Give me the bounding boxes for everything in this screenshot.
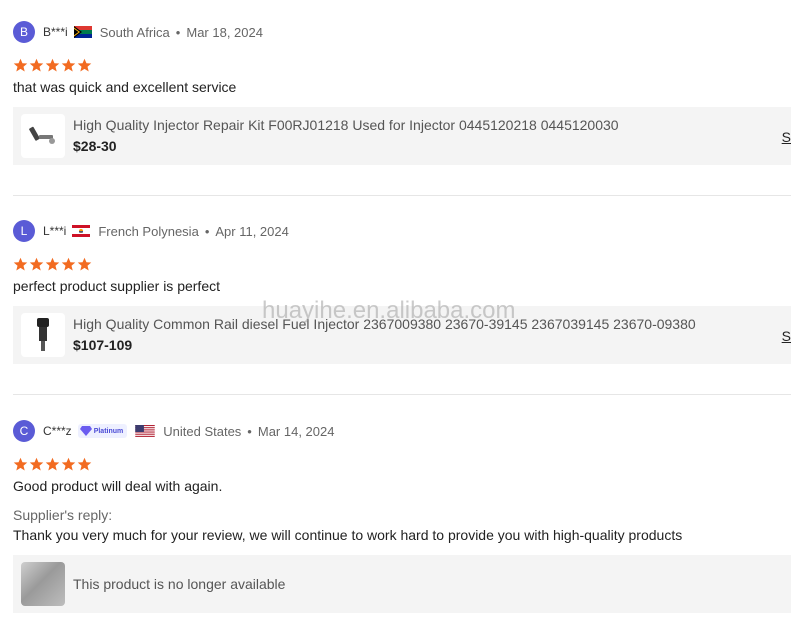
- platinum-badge: Platinum: [77, 424, 128, 438]
- supplier-reply-label: Supplier's reply:: [13, 507, 113, 523]
- review-date: Mar 18, 2024: [186, 24, 263, 40]
- separator-dot: •: [175, 24, 181, 40]
- badge-label: Platinum: [93, 427, 124, 435]
- star-rating: [13, 456, 791, 472]
- product-link[interactable]: S: [782, 128, 791, 146]
- separator-dot: •: [247, 423, 252, 439]
- south-africa-flag-icon: [73, 26, 92, 38]
- product-info: High Quality Injector Repair Kit F00RJ01…: [73, 116, 619, 156]
- star-icon: [13, 257, 28, 270]
- star-icon: [29, 457, 44, 470]
- product-card[interactable]: High Quality Injector Repair Kit F00RJ01…: [13, 107, 791, 165]
- star-icon: [45, 457, 60, 470]
- supplier-reply-text: Thank you very much for your review, we …: [13, 527, 683, 543]
- star-icon: [29, 257, 44, 270]
- product-thumbnail[interactable]: [21, 313, 65, 357]
- review-meta: L L***i French Polynesia • Apr 11, 2024: [13, 220, 791, 242]
- injector-kit-image: [29, 126, 55, 144]
- avatar: L: [13, 220, 35, 242]
- product-title[interactable]: High Quality Injector Repair Kit F00RJ01…: [73, 116, 619, 134]
- reviews-page: B B***i South Africa • Mar 18, 2024 that…: [0, 0, 791, 624]
- star-icon: [13, 457, 28, 470]
- french-polynesia-flag-icon: [72, 225, 91, 237]
- star-icon: [45, 58, 60, 71]
- divider: [13, 394, 791, 395]
- review-item: L L***i French Polynesia • Apr 11, 2024 …: [13, 220, 791, 364]
- star-icon: [61, 58, 76, 71]
- review-date: Apr 11, 2024: [215, 223, 289, 239]
- star-rating: [13, 256, 791, 272]
- fuel-injector-image: [37, 318, 49, 351]
- review-meta: C C***z Platinum United States • Mar 14,…: [13, 420, 791, 442]
- star-icon: [61, 457, 76, 470]
- diamond-icon: [79, 426, 92, 436]
- avatar: B: [13, 21, 35, 43]
- divider: [13, 195, 791, 196]
- review-meta: B B***i South Africa • Mar 18, 2024: [13, 21, 791, 43]
- product-thumbnail[interactable]: [21, 114, 65, 158]
- review-item: C C***z Platinum United States • Mar 14,…: [13, 420, 791, 613]
- username: L***i: [43, 224, 67, 238]
- watermark: huayihe.en.alibaba.com: [262, 297, 516, 324]
- avatar: C: [13, 420, 35, 442]
- review-text: that was quick and excellent service: [13, 79, 237, 95]
- product-price: $28-30: [73, 138, 117, 154]
- product-link[interactable]: S: [782, 327, 791, 345]
- star-icon: [61, 257, 76, 270]
- product-unavailable-text: This product is no longer available: [73, 576, 286, 592]
- country: United States: [163, 423, 242, 439]
- review-text: perfect product supplier is perfect: [13, 278, 220, 294]
- review-text: Good product will deal with again.: [13, 478, 223, 494]
- separator-dot: •: [204, 223, 210, 239]
- product-price: $107-109: [73, 337, 133, 353]
- review-date: Mar 14, 2024: [257, 423, 335, 439]
- star-icon: [77, 257, 92, 270]
- username: C***z: [43, 424, 72, 438]
- star-rating: [13, 57, 791, 73]
- country: South Africa: [99, 24, 170, 40]
- username: B***i: [43, 25, 68, 39]
- product-card: This product is no longer available: [13, 555, 791, 613]
- star-icon: [13, 58, 28, 71]
- country: French Polynesia: [98, 223, 199, 239]
- united-states-flag-icon: [135, 424, 155, 438]
- star-icon: [77, 457, 92, 470]
- star-icon: [45, 257, 60, 270]
- product-thumbnail: [21, 562, 65, 606]
- star-icon: [77, 58, 92, 71]
- star-icon: [29, 58, 44, 71]
- review-item: B B***i South Africa • Mar 18, 2024 that…: [13, 21, 791, 165]
